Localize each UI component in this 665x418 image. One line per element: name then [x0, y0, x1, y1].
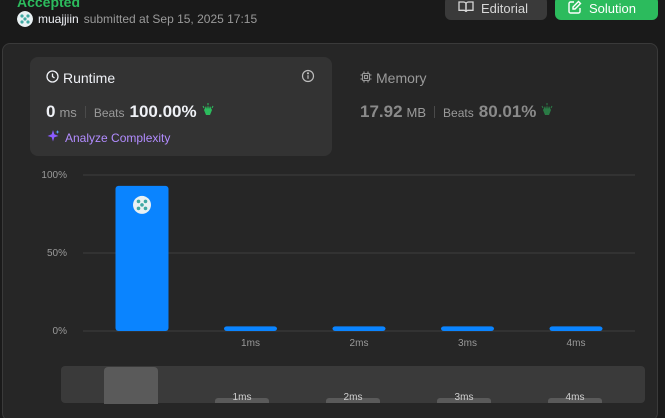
x-tick-label: 4ms [567, 338, 586, 349]
minimap-tick-label: 1ms [232, 392, 252, 403]
chart-bar-2ms[interactable] [332, 326, 386, 331]
chart-bar-1ms[interactable] [224, 326, 277, 331]
x-tick-label: 2ms [350, 338, 369, 349]
x-tick-label: 1ms [241, 338, 260, 349]
y-tick-label: 50% [47, 248, 67, 259]
user-avatar-marker [133, 195, 151, 214]
chart-bar-4ms[interactable] [549, 326, 603, 331]
minimap-tick-label: 4ms [565, 392, 585, 403]
y-tick-label: 0% [53, 326, 68, 337]
chart-bar-3ms[interactable] [441, 326, 494, 331]
y-tick-label: 100% [41, 170, 67, 181]
minimap-tick-label: 3ms [454, 392, 474, 403]
runtime-distribution-chart: 100% 50% 0% 1ms 2ms 3ms 4ms [41, 170, 635, 349]
x-tick-label: 3ms [458, 338, 477, 349]
minimap-selected-bar[interactable] [104, 367, 158, 404]
minimap-tick-label: 2ms [343, 392, 363, 403]
